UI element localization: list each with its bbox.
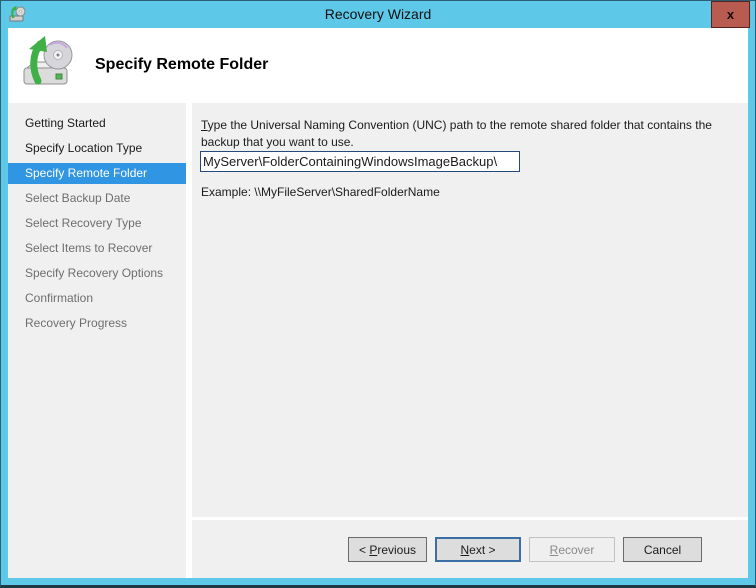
recovery-wizard-window: Recovery Wizard x Specify Remote Folder … <box>0 0 756 588</box>
close-button[interactable]: x <box>711 1 750 28</box>
wizard-steps: Getting Started Specify Location Type Sp… <box>8 103 186 578</box>
sidebar-item-specify-recovery-options: Specify Recovery Options <box>25 266 164 280</box>
footer-separator <box>192 517 748 520</box>
sidebar-item-select-backup-date: Select Backup Date <box>25 191 131 205</box>
sidebar-item-getting-started: Getting Started <box>25 116 106 130</box>
recover-button[interactable]: Recover <box>529 537 615 562</box>
sidebar-item-select-recovery-type: Select Recovery Type <box>25 216 142 230</box>
wizard-header: Specify Remote Folder <box>8 28 748 103</box>
page-title: Specify Remote Folder <box>95 56 269 73</box>
sidebar-item-specify-location-type: Specify Location Type <box>25 141 143 155</box>
window-title: Recovery Wizard <box>324 6 432 22</box>
backup-drive-icon <box>21 35 79 95</box>
sidebar-item-specify-remote-folder: Specify Remote Folder <box>8 163 186 184</box>
sidebar-item-recovery-progress: Recovery Progress <box>25 316 128 330</box>
sidebar-item-select-items-to-recover: Select Items to Recover <box>25 241 153 255</box>
instruction-text: Type the Universal Naming Convention (UN… <box>201 118 712 149</box>
example-text: Example: \\MyFileServer\SharedFolderName <box>201 185 440 199</box>
unc-path-input[interactable] <box>200 151 520 172</box>
content-frame: Specify Remote Folder Getting Started Sp… <box>8 28 748 578</box>
titlebar: Recovery Wizard x <box>1 1 755 28</box>
sidebar-item-confirmation: Confirmation <box>25 291 94 305</box>
wizard-button-row: < Previous Next > Recover Cancel <box>348 537 702 562</box>
cancel-button[interactable]: Cancel <box>623 537 702 562</box>
next-button[interactable]: Next > <box>435 537 521 562</box>
previous-button[interactable]: < Previous <box>348 537 427 562</box>
main-pane: Type the Universal Naming Convention (UN… <box>192 103 748 578</box>
